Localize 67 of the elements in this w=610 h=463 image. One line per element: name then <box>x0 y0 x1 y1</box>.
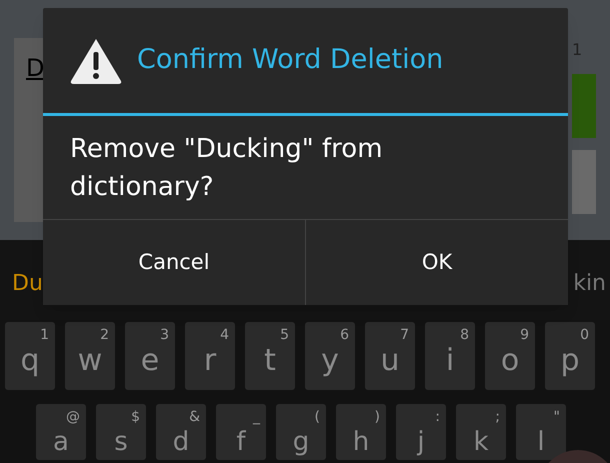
key-hint: _ <box>253 410 260 424</box>
key-label: f <box>236 426 246 458</box>
key-label: p <box>560 346 580 376</box>
key-hint: 4 <box>220 328 229 342</box>
key-hint: ( <box>314 410 320 424</box>
key-button[interactable]: 9 o <box>485 322 535 390</box>
key-label: j <box>417 426 425 458</box>
key-button[interactable]: 2 w <box>65 322 115 390</box>
key-hint: 9 <box>520 328 529 342</box>
key-button[interactable]: 5 t <box>245 322 295 390</box>
key-hint: 3 <box>160 328 169 342</box>
key-button[interactable]: & d <box>156 404 206 460</box>
key-label: i <box>446 346 454 376</box>
key-button[interactable]: 4 r <box>185 322 235 390</box>
key-label: l <box>537 426 545 458</box>
key-label: u <box>380 346 400 376</box>
dialog-message: Remove "Ducking" from dictionary? <box>70 132 384 204</box>
key-label: e <box>140 346 160 376</box>
key-label: t <box>264 346 276 376</box>
key-button[interactable]: 1 q <box>5 322 55 390</box>
key-hint: 1 <box>40 328 49 342</box>
dialog-title: Confirm Word Deletion <box>137 43 444 78</box>
suggestion-text[interactable]: Du <box>12 266 43 300</box>
key-label: g <box>292 426 310 458</box>
key-button[interactable]: _ f <box>216 404 266 460</box>
key-label: d <box>172 426 190 458</box>
key-hint: @ <box>66 410 80 424</box>
key-button[interactable]: 7 u <box>365 322 415 390</box>
key-button[interactable]: ; k <box>456 404 506 460</box>
key-label: h <box>352 426 370 458</box>
add-button[interactable] <box>572 74 596 138</box>
key-label: q <box>20 346 40 376</box>
dialog-button[interactable]: OK <box>305 220 568 305</box>
key-label: w <box>78 346 102 376</box>
key-button[interactable]: 6 y <box>305 322 355 390</box>
dialog-button[interactable]: Cancel <box>43 220 305 305</box>
key-label: k <box>473 426 489 458</box>
key-hint: 7 <box>400 328 409 342</box>
key-hint: $ <box>131 410 140 424</box>
key-hint: 0 <box>580 328 589 342</box>
key-hint: 6 <box>340 328 349 342</box>
key-hint: ) <box>374 410 380 424</box>
key-button[interactable]: $ s <box>96 404 146 460</box>
key-button[interactable]: 8 i <box>425 322 475 390</box>
key-hint: 8 <box>460 328 469 342</box>
key-hint: ; <box>495 410 500 424</box>
key-hint: & <box>189 410 200 424</box>
key-button[interactable]: " l <box>516 404 566 460</box>
key-button[interactable]: ( g <box>276 404 326 460</box>
key-label: a <box>53 426 69 458</box>
suggestion-text[interactable]: kin <box>573 266 606 300</box>
word-text: D <box>26 54 44 82</box>
key-label: r <box>204 346 216 376</box>
key-label: o <box>500 346 520 376</box>
key-button[interactable]: @ a <box>36 404 86 460</box>
key-label: s <box>114 426 128 458</box>
key-label: y <box>321 346 339 376</box>
key-hint: " <box>554 410 560 424</box>
key-hint: 2 <box>100 328 109 342</box>
key-hint: : <box>435 410 440 424</box>
key-hint: 5 <box>280 328 289 342</box>
key-button[interactable]: ) h <box>336 404 386 460</box>
warning-icon <box>69 36 123 84</box>
key-button[interactable]: 3 e <box>125 322 175 390</box>
side-panel <box>572 150 596 214</box>
key-button[interactable]: : j <box>396 404 446 460</box>
key-button[interactable]: 0 p <box>545 322 595 390</box>
